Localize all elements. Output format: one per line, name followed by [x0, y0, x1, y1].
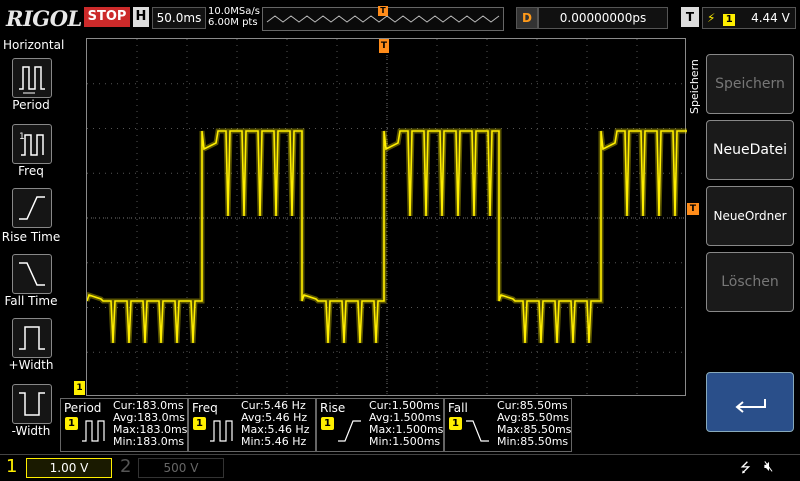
trigger-position-marker: T	[378, 6, 388, 16]
waveform-display[interactable]	[84, 38, 687, 397]
enter-button[interactable]	[706, 372, 794, 432]
sample-info: 10.0MSa/s 6.00M pts	[208, 6, 260, 28]
measurement-channel-badge: 1	[321, 417, 334, 430]
period-icon	[19, 66, 45, 94]
measurement-period[interactable]: Period 1 Cur:183.0ms Avg:183.0ms Max:183…	[60, 398, 188, 452]
measurement-name: Period	[64, 401, 102, 415]
fall-time-icon	[19, 262, 45, 286]
freq-button[interactable]: 1	[12, 124, 52, 164]
stat-min: Min:85.50ms	[497, 435, 569, 448]
edge-icon: ⚡	[707, 11, 716, 25]
negative-width-label: -Width	[11, 424, 51, 438]
positive-width-icon	[19, 326, 45, 350]
bottom-divider	[0, 454, 800, 455]
period-icon	[82, 420, 105, 442]
channel-1-ground-marker[interactable]: 1	[74, 381, 85, 395]
measurement-rise[interactable]: Rise 1 Cur:1.500ms Avg:1.500ms Max:1.500…	[316, 398, 444, 452]
sample-rate: 10.0MSa/s	[208, 6, 260, 17]
fall-time-button[interactable]	[12, 254, 52, 294]
delay-label: D	[516, 7, 538, 29]
freq-icon	[210, 420, 233, 442]
save-menu-title: Speichern	[688, 59, 701, 114]
measurement-name: Freq	[192, 401, 218, 415]
trigger-channel-badge: 1	[723, 14, 736, 26]
timebase-label: H	[133, 7, 149, 27]
channel-2-number[interactable]: 2	[120, 456, 131, 477]
measurement-channel-badge: 1	[65, 417, 78, 430]
trigger-info[interactable]: ⚡ 1 4.44 V	[702, 7, 796, 29]
measurement-name: Fall	[448, 401, 468, 415]
stat-min: Min:183.0ms	[113, 435, 185, 448]
run-stop-indicator[interactable]: STOP	[84, 7, 130, 27]
measurement-stats: Cur:183.0ms Avg:183.0ms Max:183.0ms Min:…	[113, 400, 187, 448]
measurement-stats: Cur:85.50ms Avg:85.50ms Max:85.50ms Min:…	[497, 400, 571, 448]
svg-text:1: 1	[19, 132, 25, 142]
fall-time-label: Fall Time	[4, 294, 58, 308]
rise-time-label: Rise Time	[1, 230, 61, 244]
positive-width-button[interactable]	[12, 318, 52, 358]
save-button[interactable]: Speichern	[706, 54, 794, 114]
fall-time-icon	[466, 420, 489, 442]
stat-min: Min:1.500ms	[369, 435, 441, 448]
horizontal-menu-title: Horizontal	[3, 38, 65, 52]
measurement-stats: Cur:5.46 Hz Avg:5.46 Hz Max:5.46 Hz Min:…	[241, 400, 309, 448]
timebase-value[interactable]: 50.0ms	[152, 7, 206, 29]
new-folder-button[interactable]: NeueOrdner	[706, 186, 794, 246]
trigger-level: 4.44 V	[751, 11, 790, 25]
waveform-svg	[84, 39, 687, 397]
negative-width-button[interactable]	[12, 384, 52, 424]
channel-1-scale[interactable]: 1.00 V	[26, 458, 112, 478]
period-button[interactable]	[12, 58, 52, 98]
trigger-label: T	[681, 7, 699, 27]
measurement-channel-badge: 1	[449, 417, 462, 430]
freq-icon: 1	[19, 132, 44, 156]
measurement-channel-badge: 1	[193, 417, 206, 430]
measurement-name: Rise	[320, 401, 346, 415]
measurement-stats: Cur:1.500ms Avg:1.500ms Max:1.500ms Min:…	[369, 400, 443, 448]
speaker-muted-icon[interactable]: 🔇︎	[764, 457, 773, 475]
period-label: Period	[12, 98, 50, 112]
positive-width-label: +Width	[8, 358, 54, 372]
measurement-fall[interactable]: Fall 1 Cur:85.50ms Avg:85.50ms Max:85.50…	[444, 398, 572, 452]
rise-time-icon	[19, 196, 45, 220]
channel-2-scale[interactable]: 500 V	[138, 458, 224, 478]
rise-time-button[interactable]	[12, 188, 52, 228]
channel-1-number[interactable]: 1	[6, 456, 17, 477]
delete-button[interactable]: Löschen	[706, 252, 794, 312]
new-file-button[interactable]: NeueDatei	[706, 120, 794, 180]
negative-width-icon	[19, 392, 45, 416]
rise-time-icon	[338, 420, 361, 442]
freq-label: Freq	[18, 164, 44, 178]
brand-logo: RIGOL	[6, 6, 82, 31]
enter-icon	[735, 399, 766, 413]
delay-value[interactable]: 0.00000000ps	[538, 7, 668, 29]
measurement-freq[interactable]: Freq 1 Cur:5.46 Hz Avg:5.46 Hz Max:5.46 …	[188, 398, 316, 452]
usb-icon: ⭍	[740, 461, 751, 476]
trigger-time-marker[interactable]: T	[379, 39, 389, 53]
stat-min: Min:5.46 Hz	[241, 435, 307, 448]
memory-depth: 6.00M pts	[208, 17, 258, 28]
